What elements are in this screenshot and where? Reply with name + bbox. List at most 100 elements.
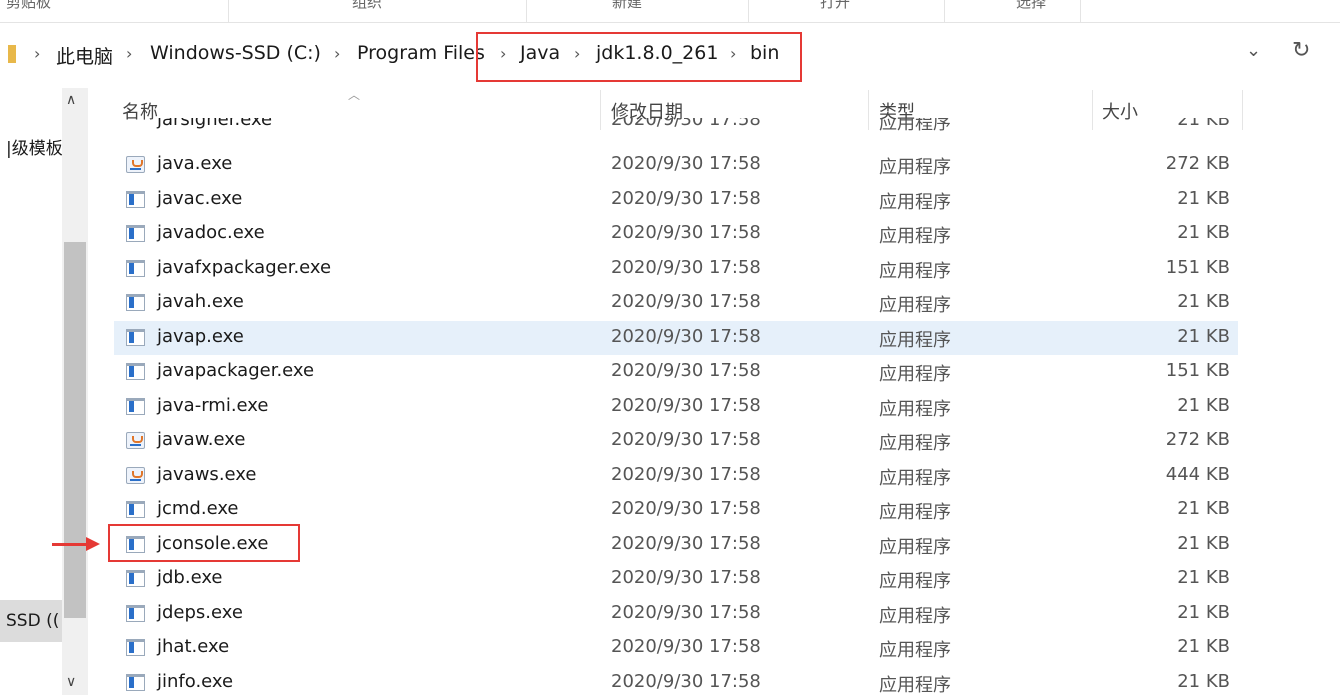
file-type: 应用程序 <box>879 260 951 282</box>
file-date: 2020/9/30 17:58 <box>611 256 761 278</box>
exe-app-icon <box>126 570 145 587</box>
exe-app-icon <box>126 294 145 311</box>
file-date: 2020/9/30 17:58 <box>611 670 761 692</box>
breadcrumb-windows-ssd[interactable]: Windows-SSD (C:) <box>150 42 321 64</box>
exe-app-icon <box>126 673 145 691</box>
file-date: 2020/9/30 17:58 <box>611 498 761 519</box>
file-type: 应用程序 <box>879 605 951 627</box>
file-name: javadoc.exe <box>157 222 265 243</box>
table-row[interactable]: javaw.exe 2020/9/30 17:58 应用程序 272 KB <box>114 424 1238 458</box>
file-size: 21 KB <box>1177 394 1230 416</box>
table-row-partial[interactable]: jarsigner.exe 2020/9/30 17:58 应用程序 21 KB <box>114 118 1238 136</box>
file-date: 2020/9/30 17:58 <box>611 153 761 174</box>
java-app-icon <box>126 432 145 449</box>
breadcrumb-this-pc[interactable]: 此电脑 <box>56 42 113 69</box>
exe-app-icon <box>126 259 145 277</box>
file-date: 2020/9/30 17:58 <box>611 222 761 243</box>
file-type: 应用程序 <box>879 502 951 523</box>
file-date: 2020/9/30 17:58 <box>611 636 761 657</box>
ribbon-group-clipboard[interactable]: 剪贴板 <box>6 0 51 12</box>
file-type: 应用程序 <box>879 536 951 558</box>
file-date: 2020/9/30 17:58 <box>611 532 761 554</box>
table-row[interactable]: java-rmi.exe 2020/9/30 17:58 应用程序 21 KB <box>114 390 1238 424</box>
file-size: 21 KB <box>1177 670 1230 692</box>
table-row[interactable]: jdeps.exe 2020/9/30 17:58 应用程序 21 KB <box>114 597 1238 631</box>
folder-icon <box>8 45 16 63</box>
annotation-arrow-head <box>86 537 100 551</box>
table-row[interactable]: javac.exe 2020/9/30 17:58 应用程序 21 KB <box>114 183 1238 217</box>
ribbon-group-select[interactable]: 选择 <box>1016 0 1046 12</box>
ribbon-group-organize[interactable]: 组织 <box>352 0 382 12</box>
ribbon-group-open[interactable]: 打开 <box>820 0 850 12</box>
scroll-down-icon[interactable]: ∨ <box>66 674 76 690</box>
exe-app-icon <box>126 328 145 346</box>
column-divider[interactable] <box>1242 90 1243 130</box>
file-type: 应用程序 <box>879 295 951 316</box>
scrollbar-thumb[interactable] <box>64 242 86 618</box>
file-name: javac.exe <box>157 187 243 209</box>
file-size: 21 KB <box>1177 498 1230 519</box>
file-name: javaw.exe <box>157 429 246 450</box>
exe-app-icon <box>126 501 145 518</box>
table-row[interactable]: javah.exe 2020/9/30 17:58 应用程序 21 KB <box>114 286 1238 320</box>
file-type: 应用程序 <box>879 571 951 592</box>
file-name: javap.exe <box>157 325 244 347</box>
java-app-icon <box>126 156 145 173</box>
file-name: jdb.exe <box>157 567 223 588</box>
exe-app-icon <box>126 639 145 656</box>
ribbon-divider <box>228 0 229 22</box>
file-name: jdeps.exe <box>157 601 243 623</box>
exe-app-icon <box>126 225 145 242</box>
file-size: 21 KB <box>1177 222 1230 243</box>
nav-item-ssd[interactable]: SSD (( <box>6 611 59 631</box>
ribbon-divider <box>1080 0 1081 22</box>
ribbon-group-new[interactable]: 新建 <box>612 0 642 12</box>
table-row[interactable]: javadoc.exe 2020/9/30 17:58 应用程序 21 KB <box>114 217 1238 251</box>
table-row[interactable]: jinfo.exe 2020/9/30 17:58 应用程序 21 KB <box>114 666 1238 700</box>
exe-app-icon <box>126 190 145 208</box>
file-size: 151 KB <box>1165 256 1230 278</box>
file-type: 应用程序 <box>879 191 951 213</box>
file-type: 应用程序 <box>879 329 951 351</box>
file-date: 2020/9/30 17:58 <box>611 429 761 450</box>
file-type: 应用程序 <box>879 398 951 420</box>
file-type: 应用程序 <box>879 157 951 178</box>
table-row[interactable]: javaws.exe 2020/9/30 17:58 应用程序 444 KB <box>114 459 1238 493</box>
file-size: 272 KB <box>1165 429 1230 450</box>
chevron-right-icon[interactable]: › <box>334 44 340 63</box>
file-type: 应用程序 <box>879 226 951 247</box>
file-date: 2020/9/30 17:58 <box>611 463 761 485</box>
refresh-icon[interactable]: ↻ <box>1292 38 1310 63</box>
file-type: 应用程序 <box>879 640 951 661</box>
file-size: 21 KB <box>1177 118 1230 130</box>
nav-item-template[interactable]: |级模板 <box>6 134 63 159</box>
file-size: 21 KB <box>1177 325 1230 347</box>
table-row[interactable]: javafxpackager.exe 2020/9/30 17:58 应用程序 151… <box>114 252 1238 286</box>
sort-ascending-icon: ︿ <box>348 88 361 102</box>
jconsole-highlight-annotation <box>108 524 300 562</box>
table-row[interactable]: jcmd.exe 2020/9/30 17:58 应用程序 21 KB <box>114 493 1238 527</box>
file-size: 21 KB <box>1177 601 1230 623</box>
scroll-up-icon[interactable]: ∧ <box>66 92 76 108</box>
file-name: jcmd.exe <box>157 498 239 519</box>
chevron-down-icon[interactable]: ⌄ <box>1246 40 1261 61</box>
file-date: 2020/9/30 17:58 <box>611 187 761 209</box>
file-name: java-rmi.exe <box>157 394 269 416</box>
file-date: 2020/9/30 17:58 <box>611 360 761 381</box>
file-date: 2020/9/30 17:58 <box>611 291 761 312</box>
table-row[interactable]: java.exe 2020/9/30 17:58 应用程序 272 KB <box>114 148 1238 182</box>
breadcrumb-program-files[interactable]: Program Files <box>357 42 485 64</box>
file-date: 2020/9/30 17:58 <box>611 325 761 347</box>
table-row[interactable]: jhat.exe 2020/9/30 17:58 应用程序 21 KB <box>114 631 1238 665</box>
file-name: javah.exe <box>157 291 244 312</box>
file-name: javaws.exe <box>157 463 257 485</box>
file-name: jhat.exe <box>157 636 230 657</box>
ribbon-strip: 剪贴板 组织 新建 打开 选择 <box>0 0 1340 23</box>
table-row[interactable]: javapackager.exe 2020/9/30 17:58 应用程序 151 K… <box>114 355 1238 389</box>
exe-app-icon <box>126 397 145 415</box>
table-row[interactable]: javap.exe 2020/9/30 17:58 应用程序 21 KB <box>114 320 1238 355</box>
file-size: 21 KB <box>1177 567 1230 588</box>
table-row[interactable]: jdb.exe 2020/9/30 17:58 应用程序 21 KB <box>114 562 1238 596</box>
file-name: javapackager.exe <box>157 360 315 381</box>
chevron-right-icon[interactable]: › <box>126 44 132 63</box>
